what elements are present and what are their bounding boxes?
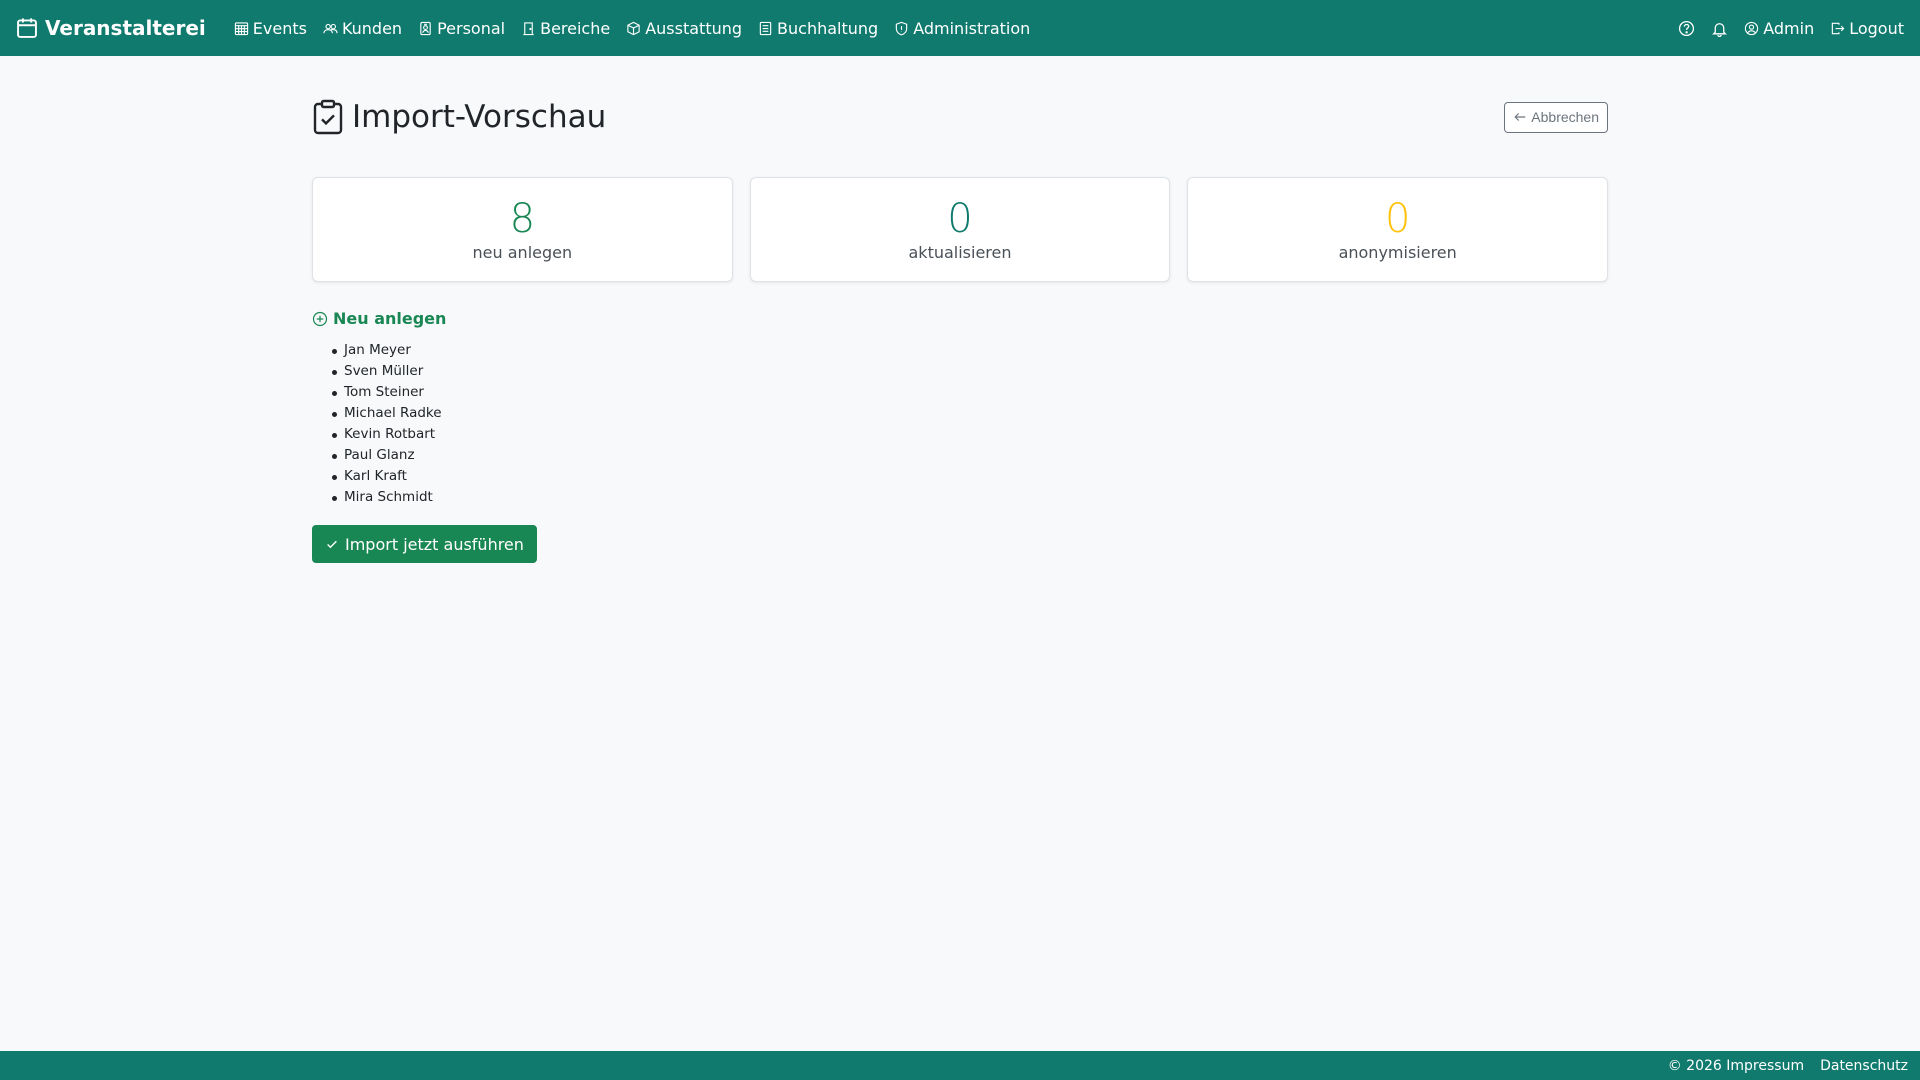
top-navbar: Veranstalterei Events Kunden Personal Be… xyxy=(0,0,1920,56)
stat-card-anonymize: 0 anonymisieren xyxy=(1187,177,1609,282)
nav-right: Admin Logout xyxy=(1678,19,1904,38)
nav-item-events[interactable]: Events xyxy=(234,19,307,38)
notifications-button[interactable] xyxy=(1711,20,1728,37)
person-badge-icon xyxy=(420,21,431,35)
calendar-icon xyxy=(17,18,37,38)
nav-item-bereiche[interactable]: Bereiche xyxy=(521,19,610,38)
nav-item-kunden[interactable]: Kunden xyxy=(323,19,402,38)
nav-item-label: Administration xyxy=(913,18,1031,38)
new-section-heading: Neu anlegen xyxy=(312,309,1608,328)
plus-circle-icon xyxy=(312,311,328,326)
ledger-icon xyxy=(759,21,772,35)
page-title-text: Import-Vorschau xyxy=(352,99,607,135)
stats-row: 8 neu anlegen 0 aktualisieren 0 anonymis… xyxy=(312,177,1609,282)
stat-label: aktualisieren xyxy=(908,243,1012,262)
nav-item-label: Ausstattung xyxy=(645,18,743,38)
list-item: Tom Steiner xyxy=(332,382,1608,403)
brand-label: Veranstalterei xyxy=(45,16,206,40)
run-import-label: Import jetzt ausführen xyxy=(345,534,524,554)
page-header: Import-Vorschau Abbrechen xyxy=(312,56,1608,174)
new-names-list: Jan Meyer Sven Müller Tom Steiner Michae… xyxy=(312,340,1608,508)
cancel-button[interactable]: Abbrechen xyxy=(1504,101,1608,133)
nav-item-label: Events xyxy=(252,18,307,38)
logout-label: Logout xyxy=(1849,18,1904,38)
stat-value: 0 xyxy=(947,196,973,242)
nav-item-ausstattung[interactable]: Ausstattung xyxy=(626,19,742,38)
new-section-heading-text: Neu anlegen xyxy=(333,309,447,328)
stat-value: 8 xyxy=(509,196,536,242)
arrow-left-icon xyxy=(1514,113,1526,121)
main-content: Import-Vorschau Abbrechen 8 neu anlegen … xyxy=(312,56,1609,563)
door-icon xyxy=(523,21,534,35)
box-icon xyxy=(627,21,640,35)
check-icon xyxy=(327,540,337,549)
user-label: Admin xyxy=(1763,18,1815,38)
list-item: Jan Meyer xyxy=(332,340,1608,361)
nav-item-label: Personal xyxy=(437,18,506,38)
list-item: Michael Radke xyxy=(332,403,1608,424)
cancel-label: Abbrechen xyxy=(1531,109,1599,125)
people-icon xyxy=(323,23,338,33)
list-item: Mira Schmidt xyxy=(332,487,1608,508)
nav-item-administration[interactable]: Administration xyxy=(894,19,1030,38)
nav-item-label: Kunden xyxy=(341,18,403,38)
list-item: Karl Kraft xyxy=(332,466,1608,487)
stat-card-new: 8 neu anlegen xyxy=(312,177,733,282)
logout-icon xyxy=(1832,22,1845,34)
question-circle-icon xyxy=(1679,20,1695,36)
stat-value: 0 xyxy=(1384,196,1411,242)
logout-link[interactable]: Logout xyxy=(1830,19,1904,38)
stat-label: anonymisieren xyxy=(1338,243,1457,262)
footer-datenschutz-link[interactable]: Datenschutz xyxy=(1820,1058,1908,1074)
calendar-grid-icon xyxy=(234,21,248,35)
nav-item-label: Bereiche xyxy=(540,18,611,38)
help-button[interactable] xyxy=(1678,20,1695,37)
stat-card-update: 0 aktualisieren xyxy=(749,177,1171,282)
list-item: Sven Müller xyxy=(332,361,1608,382)
nav-item-personal[interactable]: Personal xyxy=(418,19,505,38)
footer-impressum-link[interactable]: © 2026 Impressum xyxy=(1668,1058,1804,1074)
stat-label: neu anlegen xyxy=(472,243,573,262)
nav-item-buchhaltung[interactable]: Buchhaltung xyxy=(758,19,878,38)
run-import-button[interactable]: Import jetzt ausführen xyxy=(312,525,537,563)
page-title: Import-Vorschau xyxy=(312,99,606,135)
list-item: Kevin Rotbart xyxy=(332,424,1608,445)
user-menu[interactable]: Admin xyxy=(1744,19,1814,38)
main-nav: Events Kunden Personal Bereiche Ausstatt… xyxy=(234,19,1030,38)
bell-icon xyxy=(1712,22,1728,37)
footer: © 2026 Impressum Datenschutz xyxy=(0,1051,1920,1080)
brand-link[interactable]: Veranstalterei xyxy=(16,16,206,40)
shield-icon xyxy=(895,21,908,35)
list-item: Paul Glanz xyxy=(332,445,1608,466)
person-circle-icon xyxy=(1745,21,1759,35)
nav-item-label: Buchhaltung xyxy=(777,18,879,38)
clipboard-check-icon xyxy=(313,99,343,135)
